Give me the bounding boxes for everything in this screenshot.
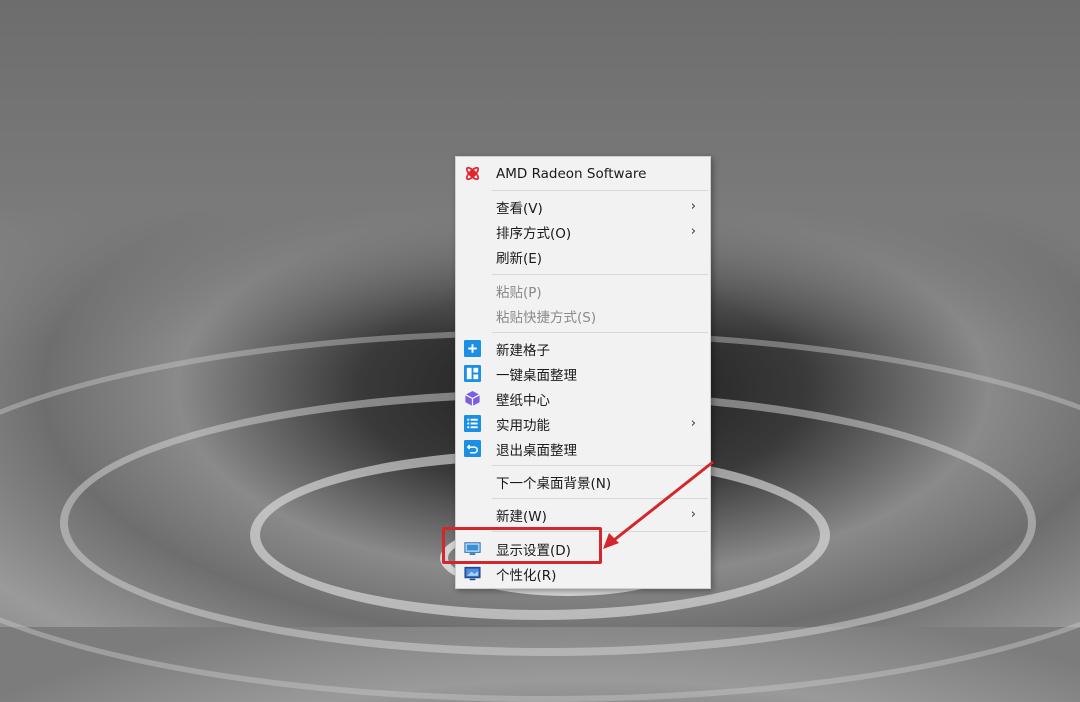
menu-separator	[492, 274, 708, 275]
menu-item-label: 新建格子	[496, 342, 550, 359]
menu-item-label: 壁纸中心	[496, 392, 550, 409]
menu-item-label: 实用功能	[496, 417, 550, 434]
menu-item-paste-shortcut[interactable]: 粘贴快捷方式(S)	[456, 303, 710, 328]
menu-item-one-click-organize[interactable]: 一键桌面整理	[456, 361, 710, 386]
menu-item-paste[interactable]: 粘贴(P)	[456, 278, 710, 303]
menu-item-label: 下一个桌面背景(N)	[496, 475, 612, 492]
menu-separator	[492, 332, 708, 333]
menu-item-view[interactable]: 查看(V) ›	[456, 194, 710, 219]
exit-icon	[464, 440, 481, 457]
menu-item-label: 查看(V)	[496, 200, 543, 217]
amd-radeon-icon	[465, 166, 480, 181]
annotation-arrow	[603, 460, 714, 549]
chevron-right-icon: ›	[690, 416, 696, 431]
plus-icon	[464, 340, 481, 357]
menu-item-label: 一键桌面整理	[496, 367, 577, 384]
chevron-right-icon: ›	[690, 224, 696, 239]
menu-item-label: 退出桌面整理	[496, 442, 577, 459]
layout-icon	[464, 365, 481, 382]
menu-item-wallpaper-center[interactable]: 壁纸中心	[456, 386, 710, 411]
menu-item-label: 排序方式(O)	[496, 225, 572, 242]
menu-item-sort[interactable]: 排序方式(O) ›	[456, 219, 710, 244]
menu-item-amd-radeon[interactable]: AMD Radeon Software	[456, 161, 710, 186]
cube-icon	[465, 390, 480, 407]
list-icon	[464, 415, 481, 432]
menu-item-label: AMD Radeon Software	[496, 165, 647, 182]
menu-item-utilities[interactable]: 实用功能 ›	[456, 411, 710, 436]
menu-item-refresh[interactable]: 刷新(E)	[456, 244, 710, 269]
personalize-icon	[464, 566, 481, 581]
menu-item-new-grid[interactable]: 新建格子	[456, 336, 710, 361]
menu-item-label: 个性化(R)	[496, 567, 557, 584]
annotation-highlight-box	[442, 527, 602, 564]
menu-separator	[492, 190, 708, 191]
menu-item-label: 粘贴快捷方式(S)	[496, 309, 597, 326]
menu-item-label: 粘贴(P)	[496, 284, 542, 301]
chevron-right-icon: ›	[690, 199, 696, 214]
menu-item-label: 新建(W)	[496, 508, 547, 525]
menu-item-personalize[interactable]: 个性化(R)	[456, 561, 710, 586]
menu-item-label: 刷新(E)	[496, 250, 543, 267]
